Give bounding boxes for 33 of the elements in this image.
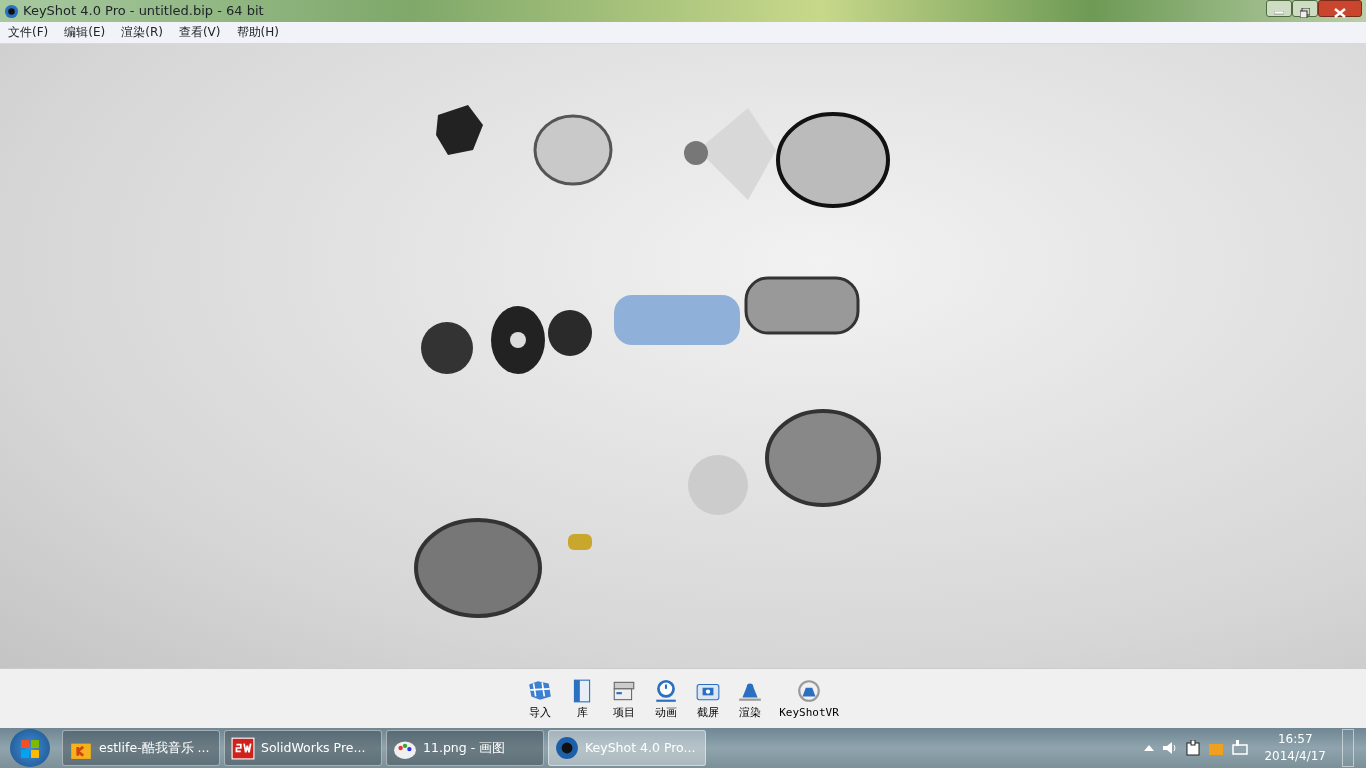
screenshot-button[interactable]: 截屏 bbox=[691, 678, 726, 719]
clock-time: 16:57 bbox=[1276, 731, 1314, 748]
app-logo-icon bbox=[4, 3, 19, 19]
menu-item[interactable]: 文件(F) bbox=[0, 22, 57, 43]
taskbar-button[interactable]: 11.png - 画图 bbox=[386, 730, 544, 766]
app-logo-icon bbox=[555, 736, 579, 760]
taskbar-button[interactable]: estlife-酷我音乐 ... bbox=[62, 730, 220, 766]
menu-item[interactable]: 帮助(H) bbox=[228, 22, 287, 43]
show-hidden-icons-icon[interactable] bbox=[1144, 745, 1155, 751]
network-icon[interactable] bbox=[1232, 740, 1249, 756]
window-title: KeyShot 4.0 Pro - untitled.bip - 64 bit bbox=[23, 2, 264, 21]
menu-item[interactable]: 查看(V) bbox=[170, 22, 229, 43]
maximize-button[interactable] bbox=[1292, 0, 1318, 17]
menu-item[interactable]: 编辑(E) bbox=[56, 22, 114, 43]
speaker-icon[interactable] bbox=[1162, 741, 1179, 755]
project-button[interactable]: 项目 bbox=[607, 678, 642, 719]
close-icon bbox=[1334, 7, 1346, 18]
close-button[interactable] bbox=[1318, 0, 1362, 17]
clock-date: 2014/4/17 bbox=[1264, 748, 1326, 765]
minimize-button[interactable] bbox=[1266, 0, 1292, 17]
start-button[interactable] bbox=[10, 729, 50, 767]
library-button[interactable]: 库 bbox=[565, 678, 600, 719]
taskbar-button[interactable]: SolidWorks Pre... bbox=[224, 730, 382, 766]
render-button[interactable]: 渲染 bbox=[733, 678, 768, 719]
sw-logo-icon bbox=[231, 736, 255, 760]
import-button[interactable]: 导入 bbox=[523, 678, 558, 719]
animation-button[interactable]: 动画 bbox=[649, 678, 684, 719]
minimize-icon bbox=[1274, 10, 1284, 15]
show-desktop-button[interactable] bbox=[1342, 729, 1354, 767]
windows-logo-icon bbox=[20, 738, 40, 759]
menu-item[interactable]: 渲染(R) bbox=[113, 22, 171, 43]
maximize-icon bbox=[1300, 7, 1310, 18]
vr-button[interactable]: KeyShotVR bbox=[775, 678, 843, 719]
